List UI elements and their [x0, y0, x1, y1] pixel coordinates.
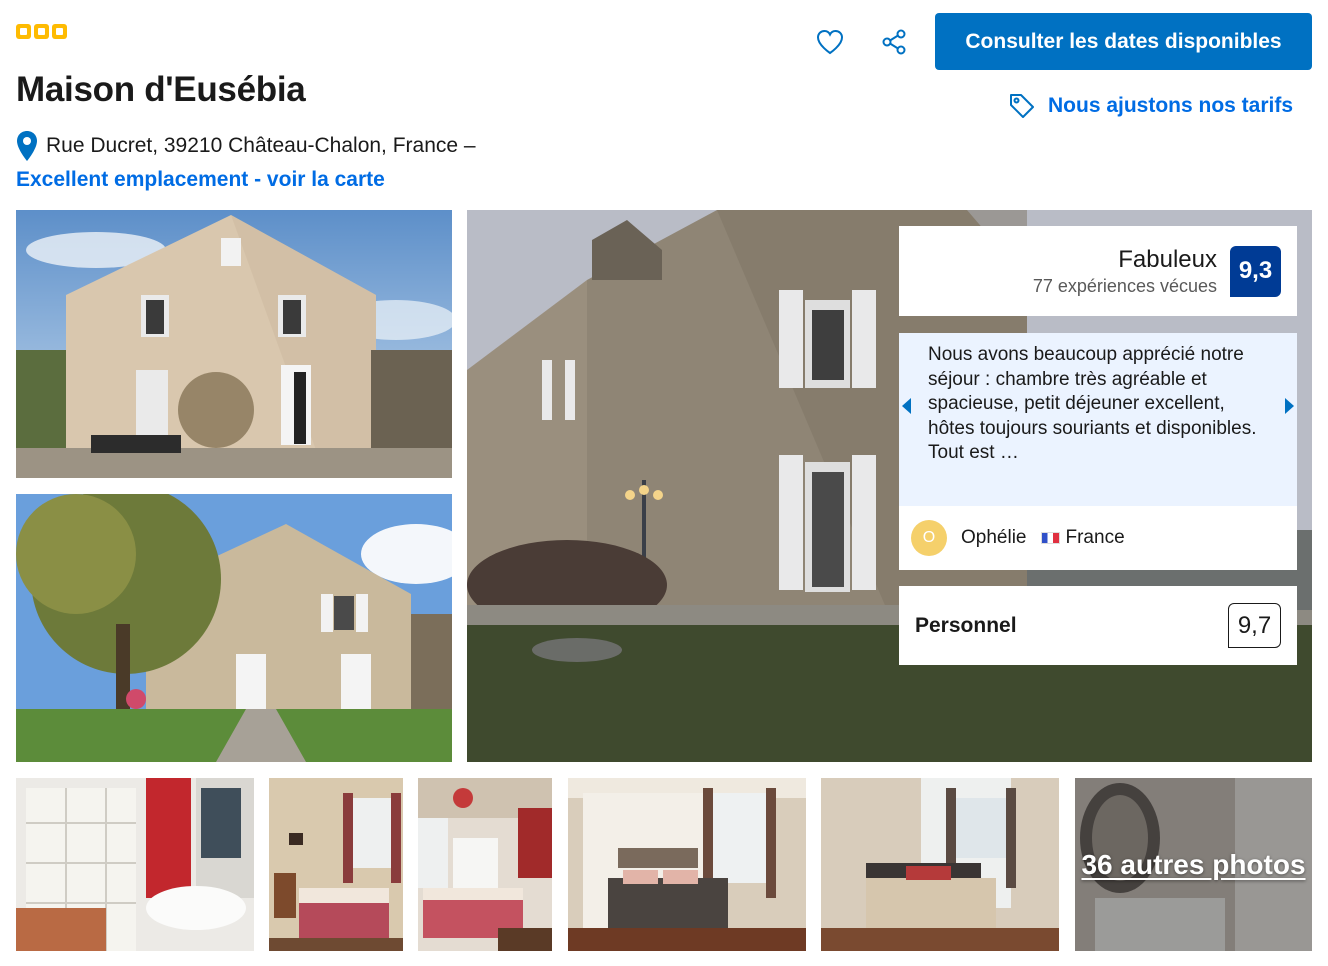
- photo-house-front[interactable]: [16, 210, 452, 478]
- guest-review-card: Nous avons beaucoup apprécié notre séjou…: [899, 333, 1297, 570]
- heart-icon: [816, 29, 844, 55]
- reviews-count: 77 expériences vécues: [1032, 275, 1217, 296]
- review-quote: Nous avons beaucoup apprécié notre séjou…: [899, 333, 1297, 506]
- star-icon: [52, 24, 67, 39]
- price-tag-icon: [1010, 94, 1034, 118]
- price-match-label: Nous ajustons nos tarifs: [1048, 94, 1294, 117]
- staff-score-card: Personnel 9,7: [899, 586, 1297, 665]
- reviewer-country: France: [1065, 527, 1125, 548]
- property-title: Maison d'Eusébia: [16, 70, 306, 109]
- subscore-badge: 9,7: [1228, 603, 1281, 648]
- review-prev-button[interactable]: [899, 390, 915, 422]
- reviewer-country-row: France: [1040, 527, 1125, 549]
- photo-bedroom-1[interactable]: [269, 778, 403, 951]
- price-match-link[interactable]: Nous ajustons nos tarifs: [1008, 92, 1293, 120]
- photo-bathroom[interactable]: [16, 778, 254, 951]
- photo-more[interactable]: 36 autres photos: [1075, 778, 1312, 951]
- subscore-label: Personnel: [915, 613, 1017, 637]
- more-photos-overlay[interactable]: 36 autres photos: [1075, 778, 1312, 951]
- check-availability-button[interactable]: Consulter les dates disponibles: [935, 13, 1312, 70]
- more-photos-label: 36 autres photos: [1081, 849, 1306, 880]
- save-favorite-button[interactable]: [810, 22, 850, 62]
- show-map-link[interactable]: Excellent emplacement - voir la carte: [16, 168, 385, 192]
- photo-bedroom-4[interactable]: [821, 778, 1059, 951]
- reviewer-name: Ophélie: [961, 527, 1027, 548]
- property-address: Rue Ducret, 39210 Château-Chalon, France…: [46, 134, 476, 157]
- photo-bedroom-2[interactable]: [418, 778, 552, 951]
- share-icon: [882, 29, 906, 55]
- star-icon: [34, 24, 49, 39]
- share-button[interactable]: [874, 22, 914, 62]
- review-next-button[interactable]: [1281, 390, 1297, 422]
- photo-bedroom-3[interactable]: [568, 778, 806, 951]
- star-rating: [16, 24, 67, 39]
- chevron-right-icon: [1285, 398, 1294, 414]
- score-badge: 9,3: [1230, 245, 1281, 297]
- reviewer-row: O Ophélie France: [899, 506, 1297, 570]
- avatar: O: [911, 520, 947, 556]
- star-icon: [16, 24, 31, 39]
- location-pin-icon: [17, 131, 37, 161]
- photo-house-garden[interactable]: [16, 494, 452, 762]
- france-flag-icon: [1040, 531, 1060, 544]
- chevron-left-icon: [902, 398, 911, 414]
- review-score-card[interactable]: Fabuleux 77 expériences vécues 9,3: [899, 226, 1297, 316]
- address-row: Rue Ducret, 39210 Château-Chalon, France…: [16, 130, 476, 162]
- score-label: Fabuleux: [1118, 245, 1217, 273]
